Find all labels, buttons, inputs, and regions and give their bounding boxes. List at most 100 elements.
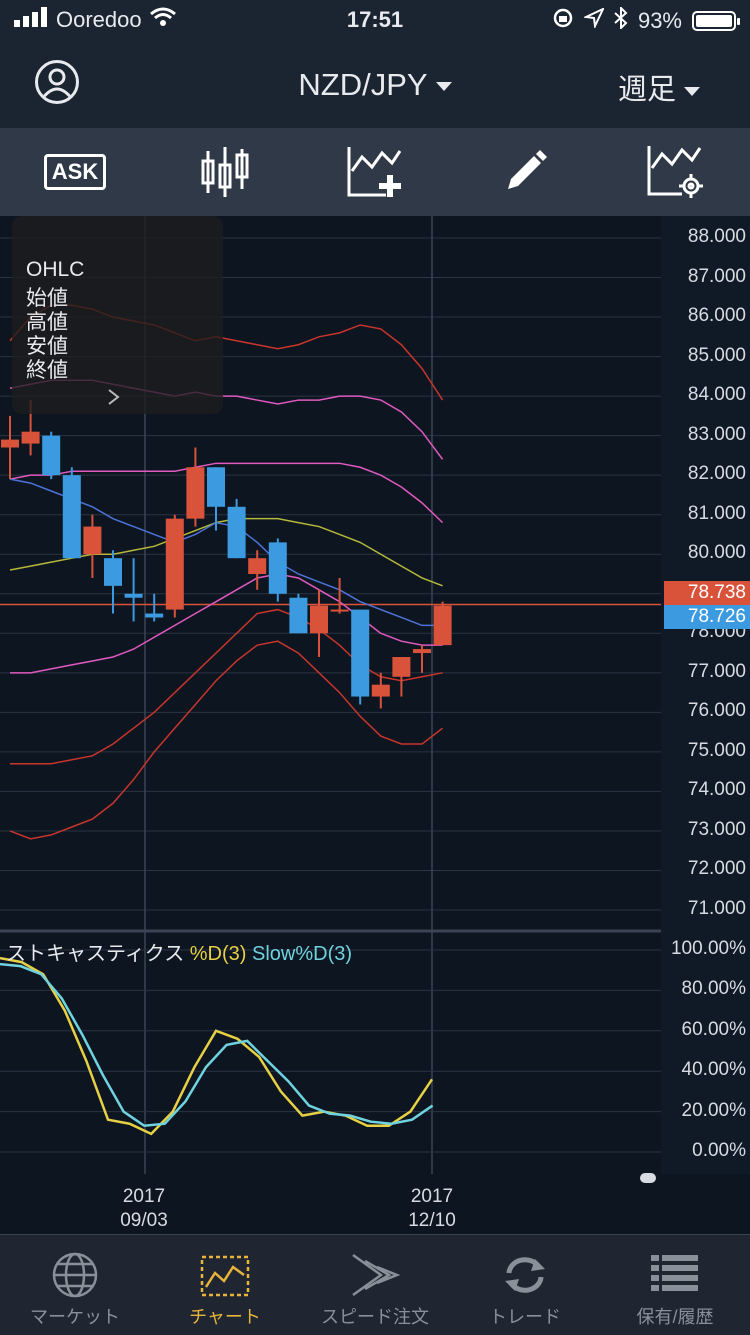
price-axis-label: 81.000 — [687, 502, 746, 524]
candle-body — [207, 467, 225, 507]
candle-body — [289, 597, 308, 634]
price-axis-label: 71.000 — [687, 898, 746, 919]
tab-market[interactable]: マーケット — [0, 1235, 150, 1335]
candle-body — [310, 605, 328, 634]
candle-body — [330, 609, 349, 612]
tab-bar: マーケット チャート スピード注文 トレード 保有/履歴 — [0, 1234, 750, 1335]
price-axis-label: 87.000 — [687, 265, 746, 287]
price-axis-label: 83.000 — [687, 423, 746, 445]
price-axis-label: 74.000 — [687, 779, 746, 801]
pair-label: NZD/JPY — [298, 67, 428, 102]
candle-body — [104, 558, 122, 586]
ask-label: ASK — [43, 154, 107, 190]
period-selector[interactable]: 週足 — [618, 66, 700, 108]
chevron-down-icon — [684, 86, 700, 96]
band-outer_lower — [9, 640, 444, 840]
candle-body — [124, 593, 143, 598]
date-year: 2017 — [410, 1186, 454, 1207]
battery-icon — [692, 11, 740, 31]
candle-body — [62, 475, 81, 559]
stoch-d-line — [0, 956, 434, 1136]
ask-toggle-button[interactable]: ASK — [40, 137, 110, 207]
bid-price: 78.738 — [687, 582, 746, 603]
price-axis-label: 80.000 — [687, 542, 746, 564]
status-right: 93% — [552, 5, 740, 35]
stochastic-lines — [0, 949, 661, 1153]
candlestick-icon[interactable] — [190, 137, 260, 207]
tab-speed-order[interactable]: スピード注文 — [300, 1235, 450, 1335]
tab-label: 保有/履歴 — [636, 1307, 714, 1327]
stoch-slow-d-line — [0, 962, 434, 1128]
candle-body — [392, 657, 411, 677]
date-day: 09/03 — [120, 1210, 168, 1231]
stoch-axis-label: 100.00% — [670, 938, 746, 959]
tab-label: マーケット — [30, 1307, 120, 1327]
price-axis-label: 76.000 — [687, 700, 746, 722]
speed-order-icon — [352, 1253, 401, 1297]
candle-body — [227, 506, 246, 559]
chart-icon — [200, 1255, 250, 1297]
tab-positions-history[interactable]: 保有/履歴 — [600, 1235, 750, 1335]
date-label-2: 2017 12/10 — [387, 1185, 477, 1233]
candle-body — [1, 439, 19, 448]
ask-price: 78.726 — [687, 606, 746, 627]
tab-label: スピード注文 — [321, 1307, 429, 1327]
candle-body — [351, 609, 370, 697]
indicator-label: ストキャスティクス %D(3) Slow%D(3) — [6, 937, 352, 966]
candle-body — [165, 518, 184, 610]
price-axis-label: 72.000 — [687, 858, 746, 880]
tab-trade[interactable]: トレード — [450, 1235, 600, 1335]
indicator-settings-icon[interactable] — [640, 137, 710, 207]
refresh-icon — [505, 1257, 545, 1293]
ohlc-panel[interactable]: OHLC 始値 高値 安値 終値 — [12, 216, 223, 414]
price-axis-label: 75.000 — [687, 739, 746, 761]
navigation-bar: NZD/JPY 週足 — [0, 42, 750, 128]
stoch-axis-label: 0.00% — [692, 1140, 746, 1161]
add-indicator-icon[interactable] — [340, 137, 410, 207]
price-axis-label: 85.000 — [687, 344, 746, 366]
scroll-indicator[interactable] — [640, 1173, 656, 1183]
chart-toolbar: ASK — [0, 128, 750, 216]
date-day: 12/10 — [408, 1210, 456, 1231]
indicator-name: ストキャスティクス — [6, 943, 185, 965]
chevron-right-icon[interactable] — [107, 388, 121, 406]
stoch-axis-label: 40.00% — [681, 1059, 746, 1081]
period-label: 週足 — [617, 74, 676, 106]
ohlc-close-label: 終値 — [26, 359, 68, 382]
date-label-1: 2017 09/03 — [99, 1185, 189, 1233]
battery-percent: 93% — [637, 8, 682, 33]
candle-body — [248, 558, 267, 574]
price-axis-label: 77.000 — [687, 660, 746, 682]
ask-price-tag: 78.726 — [664, 605, 750, 629]
bluetooth-icon — [614, 5, 628, 35]
location-icon — [582, 6, 606, 34]
pencil-icon[interactable] — [490, 137, 560, 207]
price-axis: 88.000 87.000 86.000 85.000 84.000 83.000 82.0… — [661, 216, 750, 1174]
series-d-label: %D(3) — [189, 943, 247, 965]
candle-body — [433, 605, 452, 646]
globe-icon — [52, 1252, 98, 1298]
stoch-axis-label: 80.00% — [681, 978, 746, 1000]
candle-body — [21, 431, 40, 444]
price-axis-label: 73.000 — [687, 818, 746, 840]
candle-body — [145, 613, 164, 618]
rotation-lock-icon — [552, 7, 574, 35]
tab-label: チャート — [189, 1307, 261, 1327]
candle-body — [268, 542, 287, 594]
candle-body — [83, 526, 102, 555]
status-bar: Ooredoo 17:51 93% — [0, 0, 750, 42]
price-axis-label: 84.000 — [687, 384, 746, 406]
tab-chart[interactable]: チャート — [150, 1235, 300, 1335]
chevron-down-icon — [435, 82, 452, 92]
list-icon — [651, 1255, 698, 1291]
candle-body — [186, 467, 205, 519]
date-year: 2017 — [122, 1186, 166, 1207]
stoch-axis-label: 20.00% — [681, 1099, 746, 1121]
tab-label: トレード — [489, 1307, 561, 1327]
candle-body — [42, 435, 61, 476]
bid-price-tag: 78.738 — [664, 581, 750, 605]
ohlc-header: OHLC — [26, 258, 85, 281]
price-axis-label: 88.000 — [687, 226, 746, 247]
band-inner_lower — [10, 573, 443, 674]
stoch-axis-label: 60.00% — [681, 1018, 746, 1040]
